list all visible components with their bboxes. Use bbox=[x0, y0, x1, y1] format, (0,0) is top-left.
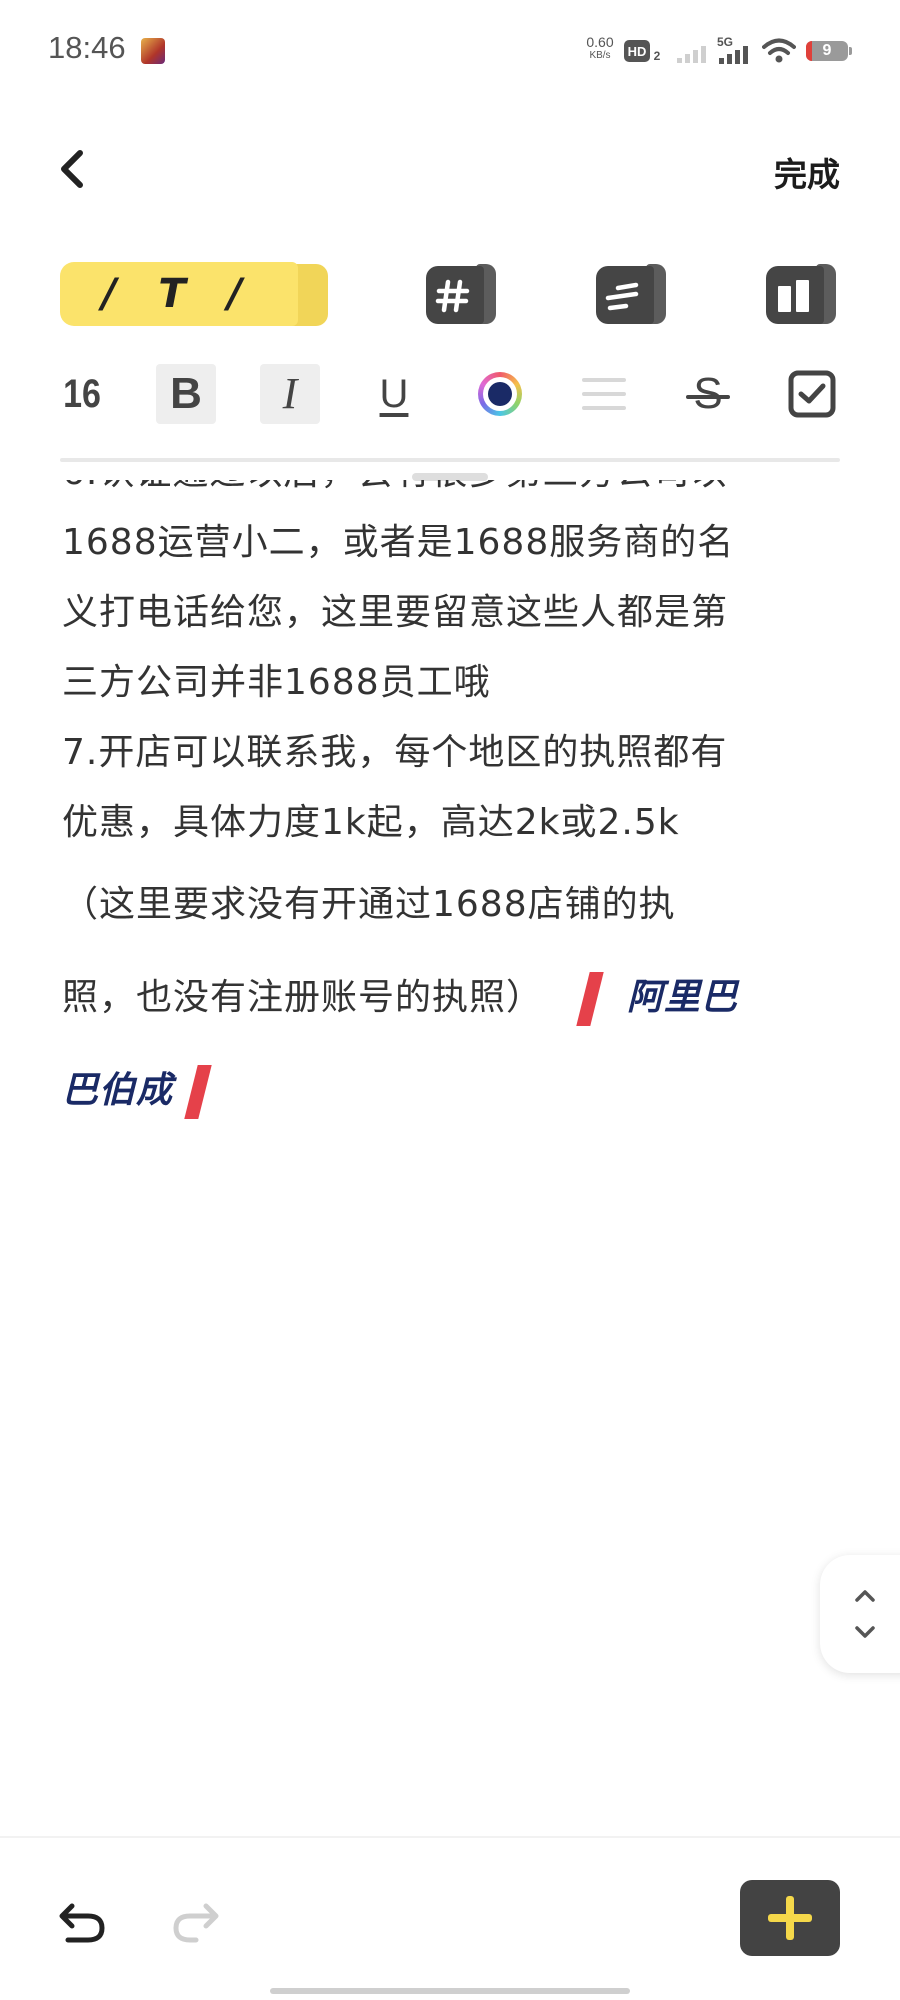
text-line: 照，也没有注册账号的执照） bbox=[62, 977, 544, 1018]
network-speed-value: 0.60 bbox=[586, 34, 614, 50]
scroll-down-button[interactable] bbox=[850, 1617, 880, 1647]
network-speed: 0.60 KB/s bbox=[580, 34, 620, 62]
align-lines-icon bbox=[582, 378, 626, 410]
home-indicator[interactable] bbox=[270, 1988, 630, 1994]
status-bar: 18:46 0.60 KB/s HD 2 5G 9 bbox=[0, 0, 900, 100]
text-line: 1688运营小二，或者是1688服务商的名 bbox=[62, 522, 735, 563]
checklist-button[interactable] bbox=[782, 364, 842, 424]
format-toolbar: 16 B I U S bbox=[0, 360, 900, 430]
network-speed-unit: KB/s bbox=[589, 50, 611, 61]
note-editor[interactable]: 6.认证通过以后，会有很多第三方公司以 1688运营小二，或者是1688服务商的… bbox=[62, 480, 842, 1160]
done-button[interactable]: 完成 bbox=[774, 148, 840, 196]
chevron-left-icon bbox=[61, 150, 83, 188]
block-style-toolbar: / T / bbox=[0, 258, 900, 334]
status-time: 18:46 bbox=[48, 30, 126, 65]
signature-text: 巴伯成 bbox=[62, 1070, 174, 1111]
text-line: 义打电话给您，这里要留意这些人都是第 bbox=[62, 592, 729, 633]
toolbar-divider bbox=[60, 458, 840, 462]
lines-block-icon bbox=[605, 282, 639, 311]
underline-button[interactable]: U bbox=[364, 364, 424, 424]
redo-button[interactable] bbox=[170, 1896, 222, 1948]
signature-slash bbox=[184, 1065, 212, 1119]
text-line: 三方公司并非1688员工哦 bbox=[62, 662, 491, 703]
signature-line: 巴伯成 bbox=[62, 1044, 842, 1137]
wifi-icon bbox=[762, 38, 796, 63]
hashtag-block-button[interactable] bbox=[426, 262, 498, 326]
add-button[interactable] bbox=[740, 1880, 840, 1956]
undo-button[interactable] bbox=[56, 1896, 108, 1948]
text-line: 优惠，具体力度1k起，高达2k或2.5k bbox=[62, 802, 680, 843]
chevron-down-icon bbox=[855, 1626, 875, 1638]
battery-level: 9 bbox=[822, 42, 832, 59]
hashtag-block-icon bbox=[435, 279, 470, 313]
text-color-button[interactable] bbox=[470, 364, 530, 424]
signal-5g-icon: 5G bbox=[717, 35, 748, 64]
align-button[interactable] bbox=[574, 364, 634, 424]
scroll-up-button[interactable] bbox=[850, 1581, 880, 1611]
signature-text: 阿里巴 bbox=[627, 977, 739, 1018]
current-color-swatch bbox=[488, 382, 512, 406]
text-style-button[interactable]: / T / bbox=[60, 262, 328, 326]
app-notification-icon bbox=[141, 38, 165, 64]
signal-sim1-icon bbox=[677, 46, 706, 63]
bold-button[interactable]: B bbox=[156, 364, 216, 424]
battery-icon: 9 bbox=[806, 41, 852, 61]
text-style-label: / T / bbox=[101, 271, 257, 317]
hd-voice-icon: HD 2 bbox=[624, 40, 661, 63]
checkbox-icon bbox=[788, 370, 836, 418]
font-size-button[interactable]: 16 bbox=[57, 364, 108, 424]
strikethrough-button[interactable]: S bbox=[678, 364, 738, 424]
hd-label: HD bbox=[628, 44, 647, 59]
undo-icon bbox=[59, 1903, 105, 1943]
hd-sub: 2 bbox=[654, 49, 661, 63]
italic-button[interactable]: I bbox=[260, 364, 320, 424]
text-line-with-signature: 照，也没有注册账号的执照） 阿里巴 bbox=[62, 951, 842, 1044]
scroll-controls bbox=[820, 1555, 900, 1673]
columns-block-button[interactable] bbox=[766, 262, 838, 326]
network-type: 5G bbox=[717, 35, 733, 49]
bottom-divider bbox=[0, 1836, 900, 1838]
redo-icon bbox=[173, 1903, 219, 1943]
signature-slash bbox=[576, 972, 604, 1026]
columns-block-icon bbox=[778, 280, 809, 312]
text-line: （这里要求没有开通过1688店铺的执 bbox=[62, 884, 676, 925]
text-line: 7.开店可以联系我，每个地区的执照都有 bbox=[62, 732, 728, 773]
chevron-up-icon bbox=[855, 1590, 875, 1602]
back-button[interactable] bbox=[52, 145, 100, 193]
lines-block-button[interactable] bbox=[596, 262, 668, 326]
text-line: 6.认证通过以后，会有很多第三方公司以 bbox=[62, 480, 842, 508]
